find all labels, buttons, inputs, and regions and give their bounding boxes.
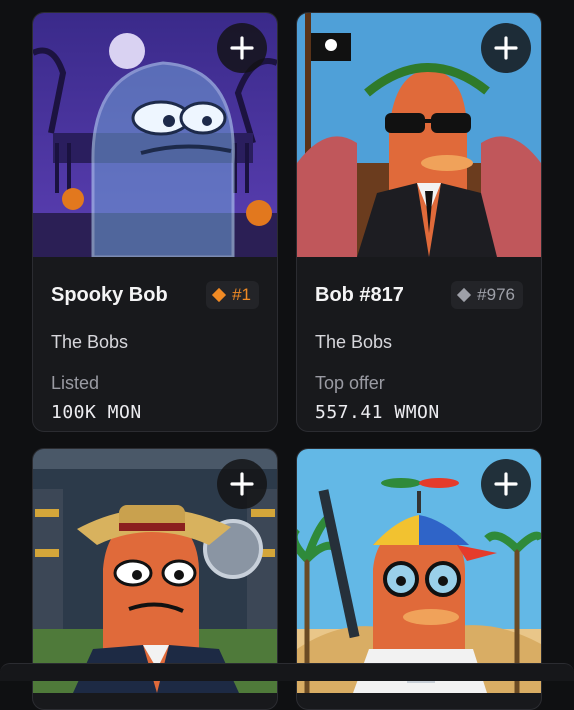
offer-value: 557.41 WMON xyxy=(315,402,440,423)
collection-name[interactable]: The Bobs xyxy=(51,332,128,353)
price-value: 100K MON xyxy=(51,402,142,423)
bottom-sheet-edge[interactable] xyxy=(0,663,574,681)
add-to-cart-button[interactable] xyxy=(481,23,531,73)
plus-icon xyxy=(230,36,254,60)
card-details: Bob #817 #976 The Bobs Top offer 557.41 … xyxy=(297,257,541,429)
nft-image[interactable] xyxy=(297,13,541,257)
add-to-cart-button[interactable] xyxy=(217,23,267,73)
diamond-icon xyxy=(212,287,227,303)
diamond-icon xyxy=(457,287,472,303)
plus-icon xyxy=(494,36,518,60)
rank-badge: #1 xyxy=(206,281,259,309)
rank-value: #1 xyxy=(232,285,251,304)
add-to-cart-button[interactable] xyxy=(217,459,267,509)
nft-name: Spooky Bob xyxy=(51,283,168,306)
rank-value: #976 xyxy=(477,285,515,304)
collection-name[interactable]: The Bobs xyxy=(315,332,392,353)
plus-icon xyxy=(230,472,254,496)
add-to-cart-button[interactable] xyxy=(481,459,531,509)
nft-card[interactable]: Bob #817 #976 The Bobs Top offer 557.41 … xyxy=(296,12,542,432)
card-details: Spooky Bob #1 The Bobs Listed 100K MON xyxy=(33,257,277,429)
rank-badge: #976 xyxy=(451,281,523,309)
nft-image[interactable] xyxy=(297,449,541,693)
plus-icon xyxy=(494,472,518,496)
nft-image[interactable] xyxy=(33,13,277,257)
offer-label: Top offer xyxy=(315,373,385,393)
nft-name: Bob #817 xyxy=(315,283,404,306)
nft-image[interactable] xyxy=(33,449,277,693)
nft-card[interactable]: Spooky Bob #1 The Bobs Listed 100K MON xyxy=(32,12,278,432)
price-label: Listed xyxy=(51,373,100,393)
nft-grid: Spooky Bob #1 The Bobs Listed 100K MON B… xyxy=(0,0,574,710)
